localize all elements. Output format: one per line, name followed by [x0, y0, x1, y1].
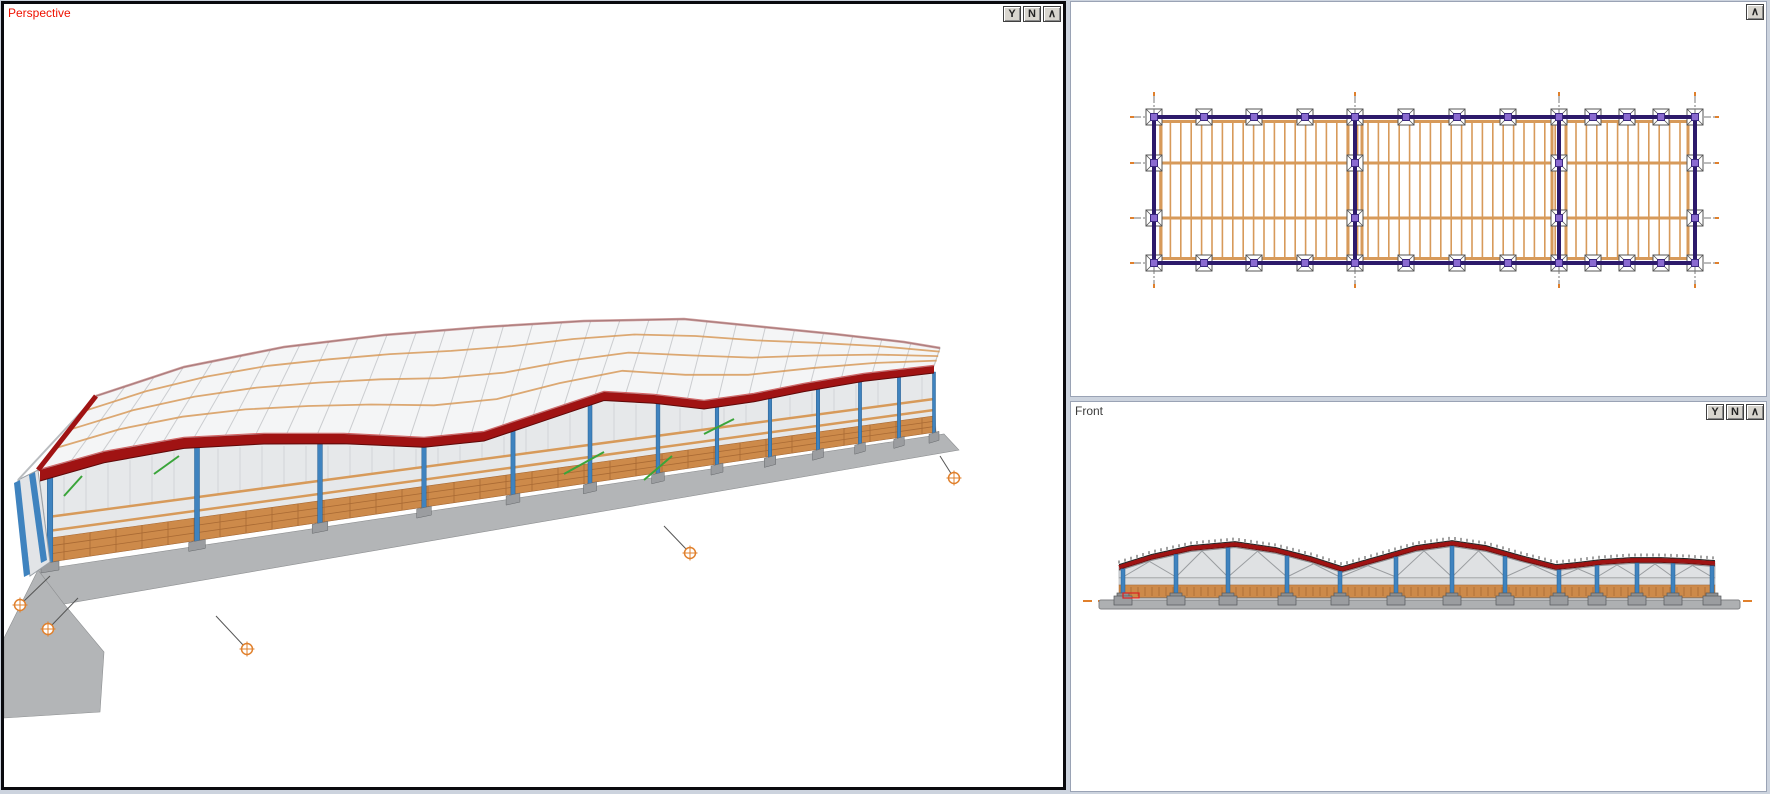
view-y-button[interactable]: Y [1003, 6, 1021, 22]
viewport-title-front: Front [1075, 404, 1103, 418]
view-y-button[interactable]: Y [1706, 404, 1724, 420]
view-n-button[interactable]: N [1726, 404, 1744, 420]
maximize-viewport-button[interactable]: ∧ [1746, 404, 1764, 420]
plan-support-symbols [1146, 109, 1703, 271]
maximize-viewport-button[interactable]: ∧ [1043, 6, 1061, 22]
viewport-perspective[interactable]: Perspective Y N ∧ [1, 1, 1066, 790]
viewport-button-row: ∧ [1746, 4, 1764, 20]
perspective-3d-rendering [4, 4, 1063, 787]
maximize-viewport-button[interactable]: ∧ [1746, 4, 1764, 20]
viewport-button-row: Y N ∧ [1706, 404, 1764, 420]
front-elevation-drawing [1071, 402, 1766, 791]
viewport-title-perspective: Perspective [8, 6, 71, 20]
viewport-front[interactable]: Front Y N ∧ [1070, 401, 1767, 792]
viewport-button-row: Y N ∧ [1003, 6, 1061, 22]
view-n-button[interactable]: N [1023, 6, 1041, 22]
plan-glulam-beams [1154, 122, 1695, 259]
plan-view-drawing [1071, 2, 1766, 396]
application-window: Perspective Y N ∧ ∧ Front Y N ∧ [0, 0, 1770, 794]
front-wall [1119, 578, 1715, 598]
viewport-plan[interactable]: ∧ [1070, 1, 1767, 397]
plan-purlins [1160, 120, 1688, 260]
plan-main-frames [1152, 115, 1697, 265]
